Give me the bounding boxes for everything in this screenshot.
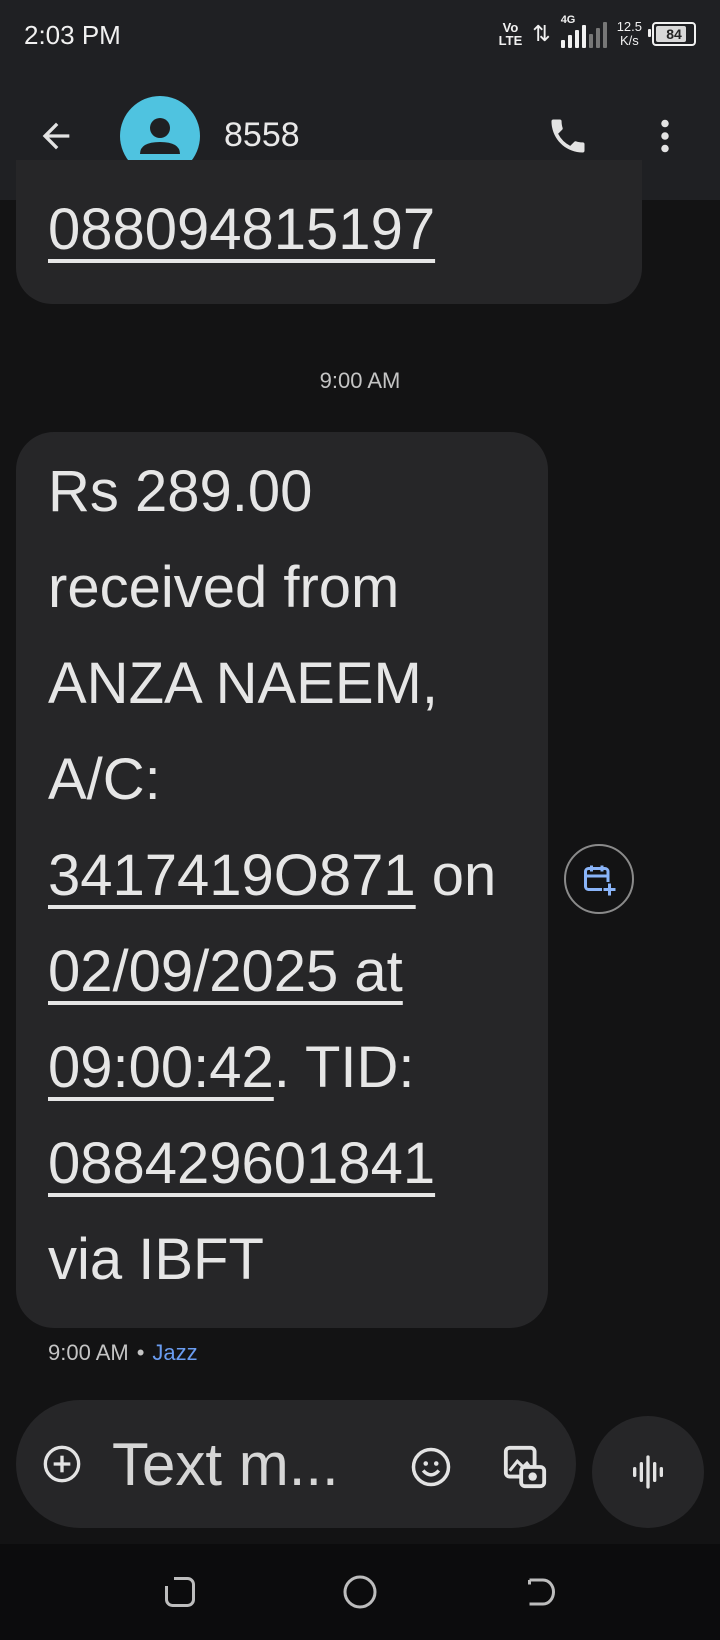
message-time: 9:00 AM (48, 1340, 129, 1365)
gallery-icon[interactable] (502, 1444, 548, 1490)
network-type: 4G (560, 14, 576, 26)
add-circle-icon[interactable] (42, 1444, 82, 1484)
status-icons: Vo LTE ⇅ 4G 12.5 K/s 84 (499, 14, 696, 48)
message-text-fragment: . TID: (273, 1035, 415, 1100)
add-to-calendar-button[interactable] (564, 844, 634, 914)
message-line: ANZA NAEEM, (48, 651, 438, 716)
system-nav-bar (0, 1544, 720, 1640)
message-thread[interactable]: 088094815197 9:00 AM Rs 289.00 received … (0, 160, 720, 1396)
message-text-fragment: on (415, 843, 497, 908)
timestamp-divider: 9:00 AM (319, 368, 401, 393)
message-line: via IBFT (48, 1227, 264, 1292)
phone-icon[interactable] (546, 114, 590, 158)
message-line: received from (48, 555, 400, 620)
battery-level: 84 (666, 26, 682, 42)
volte-indicator: Vo LTE (499, 21, 523, 47)
compose-bar: Text m... (16, 1400, 576, 1528)
message-bubble[interactable]: Rs 289.00 received from ANZA NAEEM, A/C:… (16, 432, 548, 1328)
network-speed: 12.5 K/s (617, 20, 642, 48)
carrier-label: Jazz (152, 1340, 198, 1365)
home-icon[interactable] (342, 1574, 378, 1610)
message-meta: 9:00 AM • Jazz (48, 1340, 198, 1366)
status-bar: 2:03 PM Vo LTE ⇅ 4G 12.5 K/s 84 (0, 0, 720, 72)
battery-icon: 84 (648, 22, 696, 46)
message-line: 02/09/2025 at (48, 924, 528, 1020)
time-link[interactable]: 09:00:42 (48, 1035, 274, 1100)
arrow-back-icon[interactable] (36, 116, 76, 156)
recents-icon[interactable] (162, 1574, 198, 1610)
contact-name[interactable]: 8558 (224, 116, 300, 155)
message-input[interactable]: Text m... (112, 1430, 339, 1499)
message-line: 088429601841 (48, 1116, 528, 1212)
network-speed-unit: K/s (619, 33, 639, 48)
network-speed-value: 12.5 (616, 19, 642, 34)
voice-message-button[interactable] (592, 1416, 704, 1528)
message-link[interactable]: 088094815197 (48, 190, 435, 270)
message-line: 09:00:42. TID: (48, 1020, 528, 1116)
voice-wave-icon (633, 1455, 663, 1489)
status-time: 2:03 PM (24, 20, 121, 50)
signal-strength-icon: 4G (560, 14, 607, 48)
message-line: A/C: (48, 747, 161, 812)
calendar-add-icon (584, 865, 617, 897)
account-number-link[interactable]: 3417419O871 (48, 843, 416, 908)
more-vert-icon[interactable] (650, 116, 680, 156)
message-text: Rs 289.00 received from ANZA NAEEM, A/C:… (48, 444, 528, 1308)
volte-line2: LTE (498, 33, 523, 48)
tid-link[interactable]: 088429601841 (48, 1131, 435, 1196)
message-line: 3417419O871 on (48, 828, 528, 924)
emoji-icon[interactable] (410, 1446, 452, 1488)
date-link[interactable]: 02/09/2025 at (48, 939, 403, 1004)
back-nav-icon[interactable] (522, 1574, 558, 1610)
meta-separator: • (136, 1340, 145, 1365)
message-bubble-previous[interactable]: 088094815197 (16, 160, 642, 304)
message-line: Rs 289.00 (48, 459, 313, 524)
data-activity-icon: ⇅ (532, 21, 551, 46)
